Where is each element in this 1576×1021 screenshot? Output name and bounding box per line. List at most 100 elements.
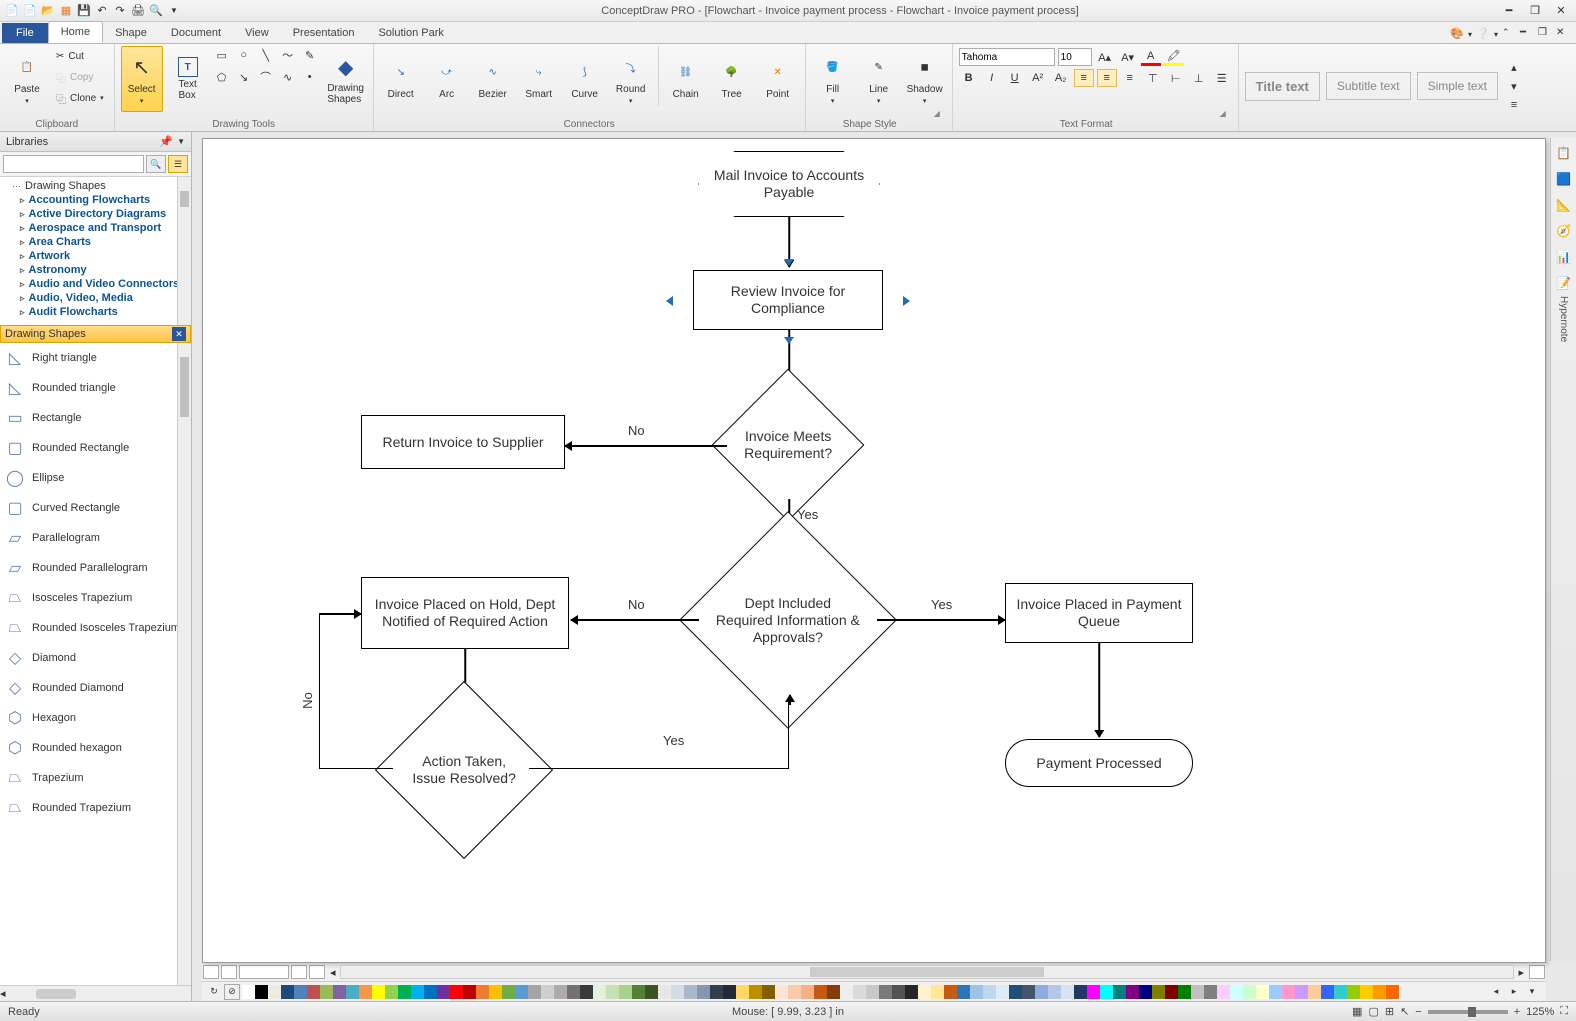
shape-item[interactable]: ▱Rounded Parallelogram [0, 553, 191, 583]
selection-handle[interactable] [784, 337, 794, 344]
color-swatch[interactable] [307, 985, 320, 999]
color-swatch[interactable] [528, 985, 541, 999]
freehand-tool-icon[interactable]: ✎ [301, 46, 319, 64]
color-swatch[interactable] [489, 985, 502, 999]
color-swatch[interactable] [619, 985, 632, 999]
color-swatch[interactable] [840, 985, 853, 999]
shapes-scrollbar[interactable] [177, 343, 191, 985]
color-swatch[interactable] [476, 985, 489, 999]
color-swatch[interactable] [645, 985, 658, 999]
hypernote-label[interactable]: Hypernote [1558, 296, 1569, 342]
color-swatch[interactable] [1100, 985, 1113, 999]
shape-item[interactable]: ◺Right triangle [0, 343, 191, 373]
color-swatch[interactable] [814, 985, 827, 999]
qat-print-icon[interactable]: 🖨 [130, 3, 146, 19]
color-swatch[interactable] [1009, 985, 1022, 999]
color-swatch[interactable] [1022, 985, 1035, 999]
color-swatch[interactable] [606, 985, 619, 999]
color-swatch[interactable] [1334, 985, 1347, 999]
shadow-button[interactable]: ◼Shadow▾ [904, 46, 946, 112]
tab-shape[interactable]: Shape [103, 23, 159, 43]
color-swatch[interactable] [632, 985, 645, 999]
view-fit-icon[interactable]: ⊞ [1385, 1005, 1394, 1018]
qat-dropdown-icon[interactable]: ▼ [166, 3, 182, 19]
color-swatch[interactable] [554, 985, 567, 999]
color-swatch[interactable] [658, 985, 671, 999]
color-swatch[interactable] [801, 985, 814, 999]
textformat-dialog-launcher[interactable] [1220, 107, 1232, 119]
color-swatch[interactable] [1256, 985, 1269, 999]
polygon-tool-icon[interactable]: ⬠ [213, 68, 231, 86]
align-bottom-button[interactable]: ⊥ [1189, 69, 1209, 87]
zoom-fit-icon[interactable]: ⛶ [1560, 1005, 1568, 1018]
qat-save-icon[interactable]: 💾 [76, 3, 92, 19]
color-swatch[interactable] [450, 985, 463, 999]
direct-button[interactable]: ↘Direct [380, 46, 422, 112]
tab-view[interactable]: View [233, 23, 281, 43]
align-middle-button[interactable]: ⊢ [1166, 69, 1186, 87]
tree-button[interactable]: 🌳Tree [711, 46, 753, 112]
view-page-icon[interactable]: ▢ [1368, 1005, 1378, 1018]
color-swatch[interactable] [1321, 985, 1334, 999]
close-icon[interactable]: ✕ [1550, 3, 1572, 19]
fontsize-select[interactable] [1058, 48, 1092, 66]
doc-minimize-icon[interactable]: ━ [1520, 27, 1534, 41]
color-swatch[interactable] [905, 985, 918, 999]
textbox-button[interactable]: TText Box [167, 46, 209, 112]
shape-item[interactable]: ⬡Hexagon [0, 703, 191, 733]
pin-icon[interactable]: 📌 [159, 135, 173, 148]
arc-tool-icon[interactable]: ⌒ [257, 68, 275, 86]
shape-item[interactable]: ◇Diamond [0, 643, 191, 673]
shape-item[interactable]: ▭Rectangle [0, 403, 191, 433]
library-search-input[interactable] [3, 155, 144, 173]
tree-item[interactable]: Accounting Flowcharts [2, 193, 189, 207]
zoom-out-button[interactable]: − [1415, 1006, 1421, 1018]
shape-item[interactable]: ⏢Rounded Isosceles Trapezium [0, 613, 191, 643]
tree-item[interactable]: Artwork [2, 249, 189, 263]
canvas[interactable]: Mail Invoice to Accounts Payable Review … [202, 138, 1546, 963]
shape-item[interactable]: ◇Rounded Diamond [0, 673, 191, 703]
color-swatch[interactable] [1230, 985, 1243, 999]
strip-props-icon[interactable]: 🟦 [1555, 170, 1573, 188]
color-swatch[interactable] [957, 985, 970, 999]
color-swatch[interactable] [424, 985, 437, 999]
color-swatch[interactable] [398, 985, 411, 999]
color-swatch[interactable] [918, 985, 931, 999]
strip-hypernote-icon[interactable]: 📝 [1555, 274, 1573, 292]
line-tool-icon[interactable]: ╲ [257, 46, 275, 64]
color-swatch[interactable] [320, 985, 333, 999]
color-swatch[interactable] [346, 985, 359, 999]
color-swatch[interactable] [1308, 985, 1321, 999]
bullets-button[interactable]: ☰ [1212, 69, 1232, 87]
doc-restore-icon[interactable]: ❐ [1538, 27, 1552, 41]
color-swatch[interactable] [697, 985, 710, 999]
font-color-button[interactable]: A [1141, 48, 1161, 66]
color-swatch[interactable] [515, 985, 528, 999]
subscript-button[interactable]: A₂ [1051, 69, 1071, 87]
last-sheet-button[interactable] [309, 965, 325, 979]
tree-item[interactable]: Audit Flowcharts [2, 305, 189, 319]
color-swatch[interactable] [710, 985, 723, 999]
color-swatch[interactable] [853, 985, 866, 999]
strip-align-icon[interactable]: 🧭 [1555, 222, 1573, 240]
color-swatch[interactable] [892, 985, 905, 999]
color-swatch[interactable] [931, 985, 944, 999]
color-swatch[interactable] [255, 985, 268, 999]
panel-hscroll[interactable]: ◂ [0, 985, 191, 1001]
color-swatch[interactable] [1126, 985, 1139, 999]
shape-item[interactable]: ⏢Trapezium [0, 763, 191, 793]
color-swatch[interactable] [1269, 985, 1282, 999]
color-swatch[interactable] [684, 985, 697, 999]
palette-none-icon[interactable]: ⊘ [224, 984, 240, 1000]
color-swatch[interactable] [372, 985, 385, 999]
color-swatch[interactable] [970, 985, 983, 999]
sheet-tab[interactable] [239, 965, 289, 979]
color-swatch[interactable] [1217, 985, 1230, 999]
color-swatch[interactable] [788, 985, 801, 999]
ellipse-tool-icon[interactable]: ○ [235, 46, 253, 64]
zoom-level[interactable]: 125% [1526, 1006, 1554, 1018]
color-swatch[interactable] [1061, 985, 1074, 999]
qat-new-icon[interactable]: 📄 [22, 3, 38, 19]
shape-item[interactable]: ▱Parallelogram [0, 523, 191, 553]
color-swatch[interactable] [281, 985, 294, 999]
